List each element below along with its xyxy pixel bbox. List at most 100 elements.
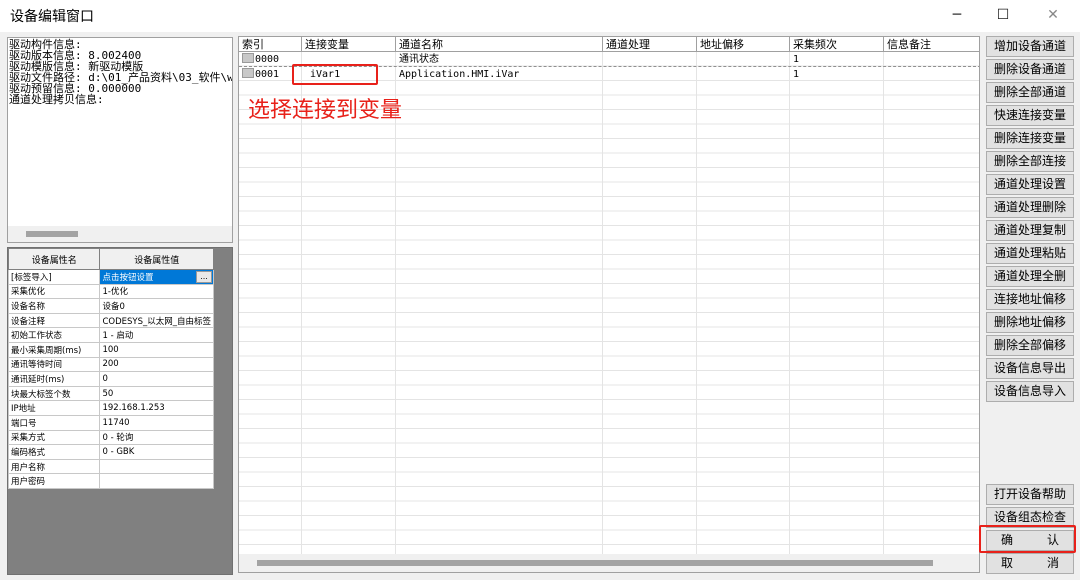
property-value[interactable]: CODESYS_以太网_自由标签 bbox=[99, 312, 214, 329]
property-value-selected[interactable]: 点击按钮设置 ... bbox=[99, 269, 214, 285]
delete-offset-button[interactable]: 删除地址偏移 bbox=[986, 312, 1074, 333]
cell-channel-name: 通讯状态 bbox=[399, 54, 439, 65]
property-row[interactable]: 块最大标签个数 50 bbox=[7, 385, 214, 402]
delete-all-connections-button[interactable]: 删除全部连接 bbox=[986, 151, 1074, 172]
grid-horizontal-scrollbar[interactable] bbox=[239, 554, 979, 572]
device-property-table: 设备属性名 设备属性值 [标签导入] 点击按钮设置 ... 采集优化 1-优化 设… bbox=[7, 248, 214, 489]
import-info-button[interactable]: 设备信息导入 bbox=[986, 381, 1074, 402]
cancel-button[interactable]: 取 消 bbox=[986, 553, 1074, 574]
confirm-highlight-box bbox=[979, 525, 1076, 553]
grid-column-divider bbox=[395, 52, 396, 557]
property-row[interactable]: [标签导入] 点击按钮设置 ... bbox=[7, 269, 214, 285]
cell-offset[interactable] bbox=[697, 68, 790, 82]
property-name: 初始工作状态 bbox=[7, 327, 101, 343]
variable-highlight-box bbox=[292, 64, 378, 85]
property-name: [标签导入] bbox=[7, 269, 101, 285]
browse-ellipsis-button[interactable]: ... bbox=[196, 271, 212, 283]
cancel-label-left: 取 bbox=[1001, 556, 1014, 570]
property-row[interactable]: 初始工作状态 1 - 启动 bbox=[7, 327, 214, 343]
cell-note[interactable] bbox=[884, 68, 979, 82]
property-name: 端口号 bbox=[7, 414, 101, 431]
scrollbar-thumb[interactable] bbox=[257, 560, 933, 566]
export-info-button[interactable]: 设备信息导出 bbox=[986, 358, 1074, 379]
property-value[interactable]: 设备0 bbox=[99, 298, 214, 314]
property-name: 通讯等待时间 bbox=[7, 356, 101, 373]
grid-column-divider bbox=[602, 52, 603, 557]
property-value[interactable]: 1 - 启动 bbox=[99, 327, 214, 343]
property-value[interactable]: 0 bbox=[99, 371, 214, 387]
column-header-process[interactable]: 通道处理 bbox=[603, 37, 697, 52]
quick-connect-variable-button[interactable]: 快速连接变量 bbox=[986, 105, 1074, 126]
property-value[interactable]: 11740 bbox=[99, 414, 214, 431]
property-row[interactable]: 设备注释 CODESYS_以太网_自由标签 bbox=[7, 312, 214, 329]
open-help-button[interactable]: 打开设备帮助 bbox=[986, 484, 1074, 505]
index-text: 0000 bbox=[255, 54, 280, 65]
property-name: 块最大标签个数 bbox=[7, 385, 101, 402]
property-value[interactable] bbox=[99, 458, 214, 475]
property-row[interactable]: IP地址 192.168.1.253 bbox=[7, 400, 214, 416]
property-row[interactable]: 用户密码 bbox=[7, 473, 214, 489]
property-row[interactable]: 通讯等待时间 200 bbox=[7, 356, 214, 373]
property-name: 采集优化 bbox=[7, 283, 101, 300]
title-bar: 设备编辑窗口 ─ ☐ ✕ bbox=[0, 0, 1080, 32]
property-row[interactable]: 通讯延时(ms) 0 bbox=[7, 371, 214, 387]
delete-all-channels-button[interactable]: 删除全部通道 bbox=[986, 82, 1074, 103]
delete-channel-button[interactable]: 删除设备通道 bbox=[986, 59, 1074, 80]
grid-column-divider bbox=[696, 52, 697, 557]
grid-column-divider bbox=[883, 52, 884, 557]
process-delete-button[interactable]: 通道处理删除 bbox=[986, 197, 1074, 218]
property-row[interactable]: 设备名称 设备0 bbox=[7, 298, 214, 314]
add-channel-button[interactable]: 增加设备通道 bbox=[986, 36, 1074, 57]
process-copy-button[interactable]: 通道处理复制 bbox=[986, 220, 1074, 241]
cell-process[interactable] bbox=[603, 68, 697, 82]
property-value[interactable]: 100 bbox=[99, 341, 214, 358]
grid-column-divider bbox=[789, 52, 790, 557]
property-name: 用户名称 bbox=[7, 458, 101, 475]
column-header-offset[interactable]: 地址偏移 bbox=[697, 37, 790, 52]
column-header-index[interactable]: 索引 bbox=[239, 37, 302, 52]
cell-note[interactable] bbox=[884, 53, 979, 66]
property-value[interactable]: 0 - GBK bbox=[99, 444, 214, 460]
driver-info-panel[interactable]: 驱动构件信息: 驱动版本信息: 8.002400 驱动模版信息: 新驱动模版 驱… bbox=[7, 37, 233, 243]
info-horizontal-scrollbar[interactable] bbox=[8, 226, 232, 242]
cell-process[interactable] bbox=[603, 53, 697, 66]
cell-frequency[interactable]: 1 bbox=[790, 53, 884, 66]
property-value-text: 点击按钮设置 bbox=[102, 272, 154, 283]
column-header-note[interactable]: 信息备注 bbox=[884, 37, 979, 52]
process-settings-button[interactable]: 通道处理设置 bbox=[986, 174, 1074, 195]
cell-frequency[interactable]: 1 bbox=[790, 68, 884, 82]
connect-offset-button[interactable]: 连接地址偏移 bbox=[986, 289, 1074, 310]
property-name-header: 设备属性名 bbox=[7, 248, 101, 270]
scrollbar-thumb[interactable] bbox=[26, 231, 78, 237]
property-row[interactable]: 采集优化 1-优化 bbox=[7, 283, 214, 300]
column-header-variable[interactable]: 连接变量 bbox=[302, 37, 396, 52]
property-row[interactable]: 最小采集周期(ms) 100 bbox=[7, 341, 214, 358]
channel-icon bbox=[242, 68, 254, 78]
maximize-button[interactable]: ☐ bbox=[980, 0, 1026, 30]
property-row[interactable]: 用户名称 bbox=[7, 458, 214, 475]
property-row[interactable]: 端口号 11740 bbox=[7, 414, 214, 431]
property-row[interactable]: 编码格式 0 - GBK bbox=[7, 444, 214, 460]
property-name: 用户密码 bbox=[7, 473, 101, 489]
column-header-frequency[interactable]: 采集频次 bbox=[790, 37, 884, 52]
column-header-channel-name[interactable]: 通道名称 bbox=[396, 37, 603, 52]
channel-grid-header: 索引 连接变量 通道名称 通道处理 地址偏移 采集频次 信息备注 bbox=[239, 37, 979, 52]
property-value[interactable]: 0 - 轮询 bbox=[99, 429, 214, 446]
device-property-area: 设备属性名 设备属性值 [标签导入] 点击按钮设置 ... 采集优化 1-优化 设… bbox=[7, 247, 233, 575]
close-button[interactable]: ✕ bbox=[1030, 0, 1076, 30]
cancel-label-right: 消 bbox=[1046, 556, 1059, 570]
property-value[interactable] bbox=[99, 473, 214, 489]
property-value[interactable]: 50 bbox=[99, 385, 214, 402]
property-value[interactable]: 200 bbox=[99, 356, 214, 373]
process-delete-all-button[interactable]: 通道处理全删 bbox=[986, 266, 1074, 287]
delete-connection-button[interactable]: 删除连接变量 bbox=[986, 128, 1074, 149]
minimize-button[interactable]: ─ bbox=[934, 0, 980, 30]
cell-offset[interactable] bbox=[697, 53, 790, 66]
process-paste-button[interactable]: 通道处理粘贴 bbox=[986, 243, 1074, 264]
delete-all-offsets-button[interactable]: 删除全部偏移 bbox=[986, 335, 1074, 356]
driver-info-text: 驱动构件信息: 驱动版本信息: 8.002400 驱动模版信息: 新驱动模版 驱… bbox=[8, 38, 232, 105]
property-value[interactable]: 192.168.1.253 bbox=[99, 400, 214, 416]
property-row[interactable]: 采集方式 0 - 轮询 bbox=[7, 429, 214, 446]
property-value-header: 设备属性值 bbox=[99, 248, 214, 270]
property-value[interactable]: 1-优化 bbox=[99, 283, 214, 300]
